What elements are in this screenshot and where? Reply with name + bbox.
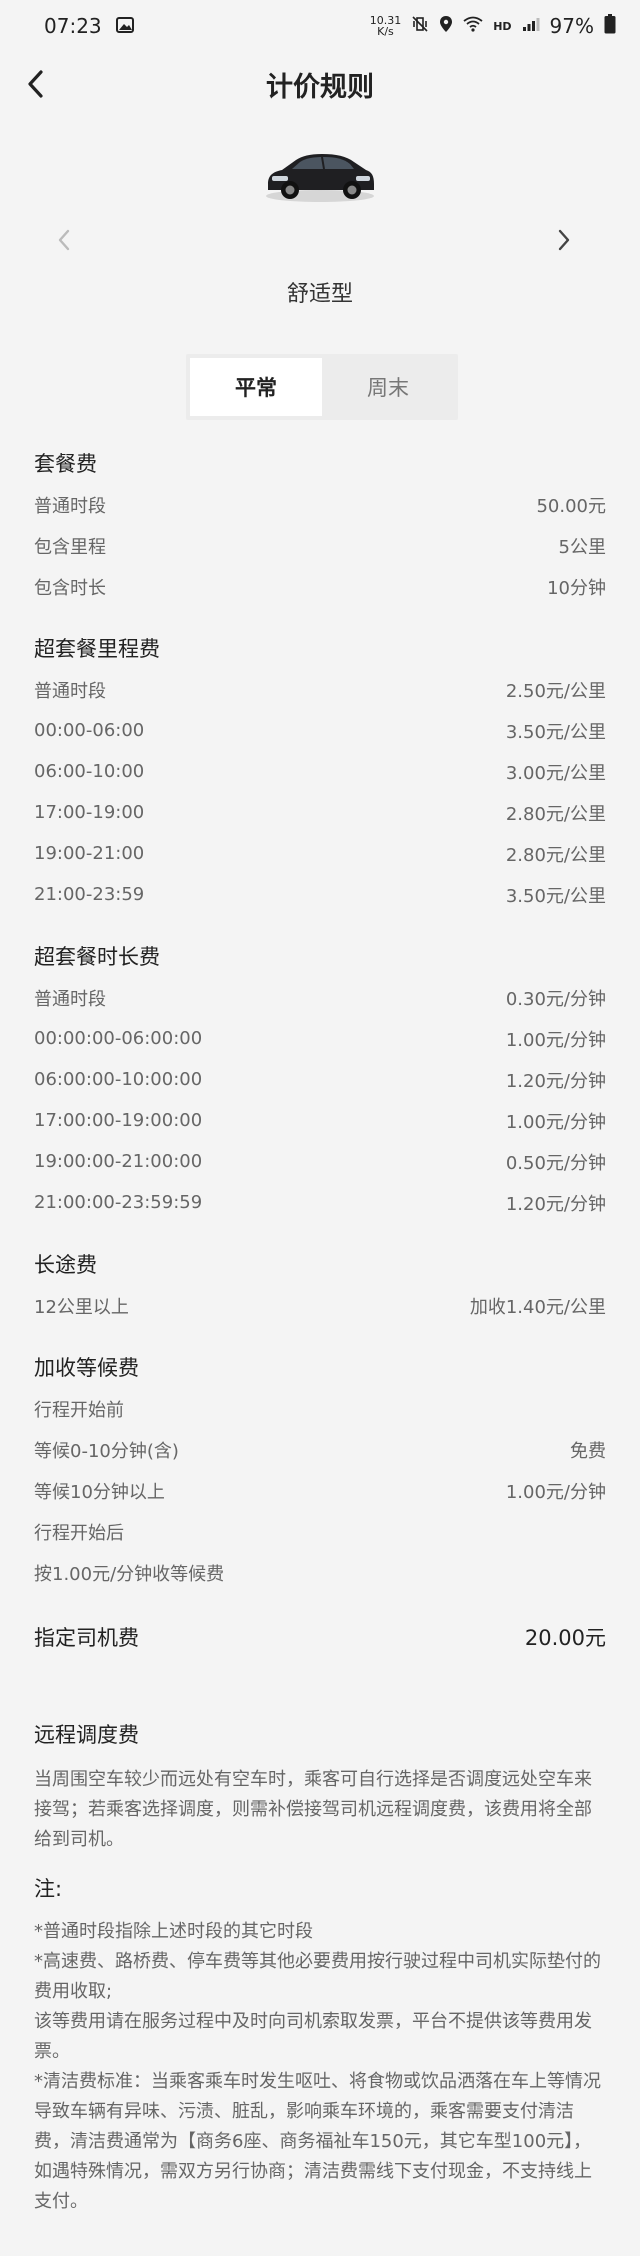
section-title: 加收等候费	[34, 1356, 139, 1380]
signal-icon	[522, 16, 540, 36]
designated-driver-fee: 指定司机费 20.00元	[34, 1611, 606, 1663]
driver-fee-label: 指定司机费	[34, 1626, 139, 1650]
section-title: 超套餐里程费	[34, 637, 160, 661]
tab-weekend[interactable]: 周末	[322, 358, 454, 416]
fee-row: 包含里程 5公里	[34, 536, 606, 558]
wifi-icon	[463, 16, 483, 36]
section-title: 超套餐时长费	[34, 945, 160, 969]
driver-fee-value: 20.00元	[524, 1626, 606, 1650]
pricing-content: 套餐费 普通时段 50.00元 包含里程 5公里 包含时长 10分钟 超套餐里程费 普…	[0, 440, 640, 2217]
vibrate-icon	[411, 15, 429, 37]
remote-dispatch-section: 远程调度费 当周围空车较少而远处有空车时，乘客可自行选择是否调度远处空车来接驾；…	[34, 1711, 606, 1855]
note-line: *高速费、路桥费、停车费等其他必要费用按行驶过程中司机实际垫付的费用收取;	[34, 1951, 601, 2002]
fee-row: 普通时段 50.00元	[34, 495, 606, 517]
fee-row: 00:00:00-06:00:00 1.00元/分钟	[34, 1028, 606, 1051]
battery-icon	[604, 14, 616, 38]
next-car-button[interactable]	[556, 228, 572, 256]
fee-row: 包含时长 10分钟	[34, 577, 606, 599]
fee-row: 行程开始前	[34, 1399, 124, 1421]
nav-bar: 计价规则	[0, 52, 640, 116]
note-line: *普通时段指除上述时段的其它时段	[34, 1921, 313, 1942]
back-button[interactable]	[16, 64, 56, 104]
fee-row: 普通时段 2.50元/公里	[34, 680, 606, 702]
fee-row: 12公里以上 加收1.40元/公里	[34, 1296, 606, 1318]
location-icon	[439, 15, 453, 37]
tab-weekday[interactable]: 平常	[190, 358, 322, 416]
fee-row: 等候0-10分钟(含) 免费	[34, 1440, 606, 1462]
note-line: *清洁费标准：当乘客乘车时发生呕吐、将食物或饮品洒落在车上等情况导致车辆有异味、…	[34, 2071, 601, 2212]
fee-row: 行程开始后	[34, 1522, 124, 1544]
status-bar: 07:23 10.31 K/s HD 97%	[0, 0, 640, 52]
hd-icon: HD	[493, 19, 512, 33]
package-section: 套餐费 普通时段 50.00元 包含里程 5公里 包含时长 10分钟	[34, 440, 606, 607]
day-type-tabs: 平常 周末	[186, 354, 458, 420]
fee-row: 17:00-19:00 2.80元/公里	[34, 802, 606, 825]
fee-row: 06:00:00-10:00:00 1.20元/分钟	[34, 1069, 606, 1092]
fee-row: 19:00-21:00 2.80元/公里	[34, 843, 606, 866]
fee-row: 21:00-23:59 3.50元/公里	[34, 884, 606, 907]
waiting-section: 加收等候费 行程开始前 等候0-10分钟(含) 免费 等候10分钟以上 1.00元/…	[34, 1344, 606, 1593]
car-selector: 舒适型	[0, 116, 640, 352]
section-title: 远程调度费	[34, 1723, 139, 1747]
note-line: 该等费用请在服务过程中及时向司机索取发票，平台不提供该等费用发票。	[34, 2011, 592, 2062]
prev-car-button[interactable]	[56, 228, 72, 256]
car-type-name: 舒适型	[286, 282, 353, 307]
fee-row: 17:00:00-19:00:00 1.00元/分钟	[34, 1110, 606, 1133]
fee-row: 21:00:00-23:59:59 1.20元/分钟	[34, 1192, 606, 1215]
fee-row: 等候10分钟以上 1.00元/分钟	[34, 1481, 606, 1503]
chevron-left-icon	[58, 229, 70, 251]
page-title: 计价规则	[266, 71, 374, 103]
net-speed: 10.31 K/s	[369, 14, 402, 38]
image-icon	[115, 14, 134, 38]
fee-row: 06:00-10:00 3.00元/公里	[34, 761, 606, 784]
fee-row: 按1.00元/分钟收等候费	[34, 1563, 225, 1585]
battery-level: 97%	[549, 14, 594, 38]
section-title: 套餐费	[34, 452, 97, 476]
chevron-right-icon	[558, 229, 570, 251]
fee-row: 00:00-06:00 3.50元/公里	[34, 720, 606, 743]
notes-section: 注: *普通时段指除上述时段的其它时段 *高速费、路桥费、停车费等其他必要费用按…	[34, 1873, 606, 2217]
notes-title: 注:	[34, 1877, 63, 1901]
status-time: 07:23	[44, 14, 102, 38]
fee-row: 19:00:00-21:00:00 0.50元/分钟	[34, 1151, 606, 1174]
duration-section: 超套餐时长费 普通时段 0.30元/分钟 00:00:00-06:00:00 1.0…	[34, 933, 606, 1223]
car-image	[266, 154, 374, 202]
chevron-left-icon	[28, 70, 43, 98]
section-title: 长途费	[34, 1253, 97, 1277]
fee-row: 普通时段 0.30元/分钟	[34, 988, 606, 1010]
remote-dispatch-desc: 当周围空车较少而远处有空车时，乘客可自行选择是否调度远处空车来接驾；若乘客选择调…	[34, 1769, 592, 1850]
long-distance-section: 长途费 12公里以上 加收1.40元/公里	[34, 1241, 606, 1326]
mileage-section: 超套餐里程费 普通时段 2.50元/公里 00:00-06:00 3.50元/公里 …	[34, 625, 606, 915]
